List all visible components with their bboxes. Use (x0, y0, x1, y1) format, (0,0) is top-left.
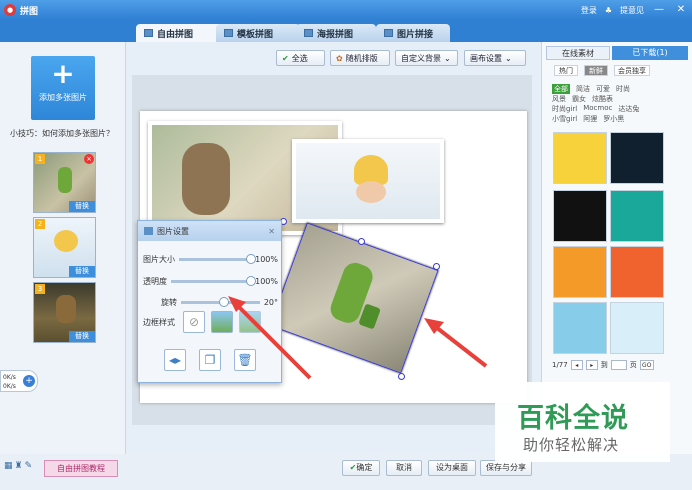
tag[interactable]: 简洁 (576, 84, 590, 94)
bottom-left-icons: ▦ ♜ ✎ (4, 461, 32, 471)
tag[interactable]: 阿狸 (583, 114, 597, 124)
tab-online-materials[interactable]: 在线素材 (546, 46, 610, 60)
tutorial-button[interactable]: 自由拼图教程 (44, 460, 118, 477)
tag[interactable]: 时尚 (616, 84, 630, 94)
goto-label: 到 (600, 361, 608, 369)
tag[interactable]: 达达兔 (618, 104, 639, 114)
tag[interactable]: 可爱 (596, 84, 610, 94)
set-desktop-button[interactable]: 设为桌面 (428, 460, 476, 476)
chip-new[interactable]: 新鲜 (584, 65, 608, 76)
template-item[interactable] (610, 302, 664, 354)
template-item[interactable] (610, 246, 664, 298)
tag[interactable]: 时尚girl (552, 104, 577, 114)
cancel-button[interactable]: 取消 (386, 460, 422, 476)
wrench-icon[interactable]: ✎ (25, 461, 33, 471)
arrow-to-photo (430, 322, 488, 368)
watermark: 百科全说 助你轻松解决 (495, 382, 670, 462)
pagination: 1/77 ◂ ▸ 到 页 GO (552, 360, 654, 370)
confirm-label: 确定 (356, 463, 373, 472)
tag[interactable]: Mocmoc (583, 104, 612, 114)
confirm-button[interactable]: ✔确定 (342, 460, 380, 476)
page-indicator: 1/77 (552, 361, 568, 369)
chip-member[interactable]: 会员独享 (614, 65, 650, 76)
chip-hot[interactable]: 热门 (554, 65, 578, 76)
template-item[interactable] (610, 132, 664, 184)
tag[interactable]: 风景 (552, 94, 566, 104)
tag[interactable]: 罗小黑 (603, 114, 624, 124)
page-unit-label: 页 (629, 361, 637, 369)
prev-page-icon[interactable]: ◂ (570, 360, 583, 370)
tag[interactable]: 小雪girl (552, 114, 577, 124)
go-button[interactable]: GO (639, 360, 654, 370)
page-input[interactable] (610, 360, 627, 370)
template-item[interactable] (610, 190, 664, 242)
template-item[interactable] (553, 190, 607, 242)
tag[interactable]: 炫酷表 (592, 94, 613, 104)
next-page-icon[interactable]: ▸ (585, 360, 598, 370)
template-item[interactable] (553, 132, 607, 184)
tag-row: 全部 简洁 可爱 时尚 (552, 84, 630, 94)
save-share-button[interactable]: 保存与分享 (480, 460, 532, 476)
shirt-icon[interactable]: ♜ (15, 461, 23, 471)
template-item[interactable] (553, 246, 607, 298)
template-item[interactable] (553, 302, 607, 354)
tag-row: 时尚girl Mocmoc 达达兔 (552, 104, 639, 114)
tag[interactable]: 霸女 (572, 94, 586, 104)
arrow-to-rotate-slider (234, 302, 312, 380)
grid-icon[interactable]: ▦ (4, 461, 13, 471)
watermark-subtitle: 助你轻松解决 (523, 436, 620, 454)
tag-row: 小雪girl 阿狸 罗小黑 (552, 114, 624, 124)
watermark-title: 百科全说 (517, 403, 629, 434)
tag-row: 风景 霸女 炫酷表 (552, 94, 613, 104)
tab-downloaded[interactable]: 已下载(1) (612, 46, 688, 60)
tag-all[interactable]: 全部 (552, 84, 570, 94)
